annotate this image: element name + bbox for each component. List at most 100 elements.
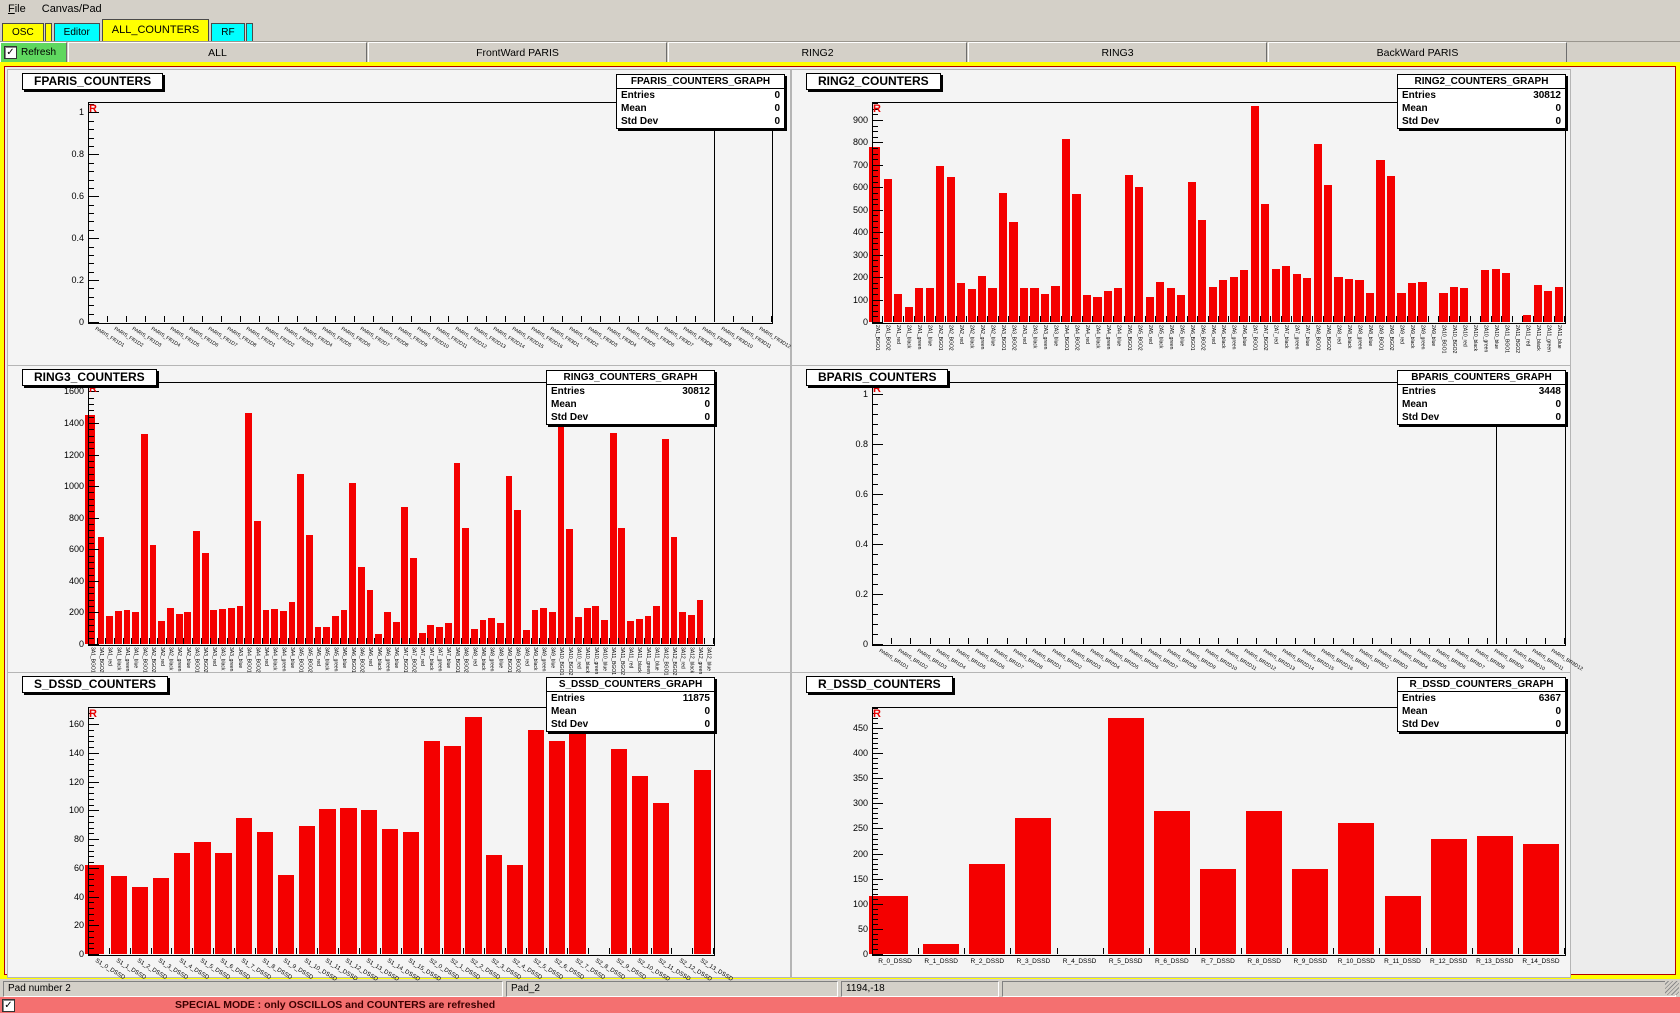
x-tick-label: 2A10_BGO1 bbox=[1440, 325, 1446, 359]
bar bbox=[1125, 175, 1133, 322]
x-tick-label: 2A4_BGO1 bbox=[1063, 325, 1069, 359]
subtab-all[interactable]: ALL bbox=[68, 42, 367, 63]
refresh-checkbox-icon[interactable]: ✓ bbox=[4, 46, 17, 59]
x-tick bbox=[1083, 638, 1084, 644]
x-tick-label: R_12_DSSD bbox=[1426, 958, 1472, 965]
x-tick bbox=[171, 948, 172, 954]
bar bbox=[1387, 176, 1395, 322]
root-canvas[interactable]: FPARIS_COUNTERS00.20.40.60.81PARIS_FR1D1… bbox=[0, 62, 1680, 979]
tab-editor[interactable]: Editor bbox=[54, 23, 100, 41]
x-tick-label: 2A2_green bbox=[979, 325, 985, 359]
x-tick bbox=[1526, 638, 1527, 644]
bar bbox=[194, 842, 210, 954]
y-minor-tick bbox=[88, 776, 94, 777]
subtab-frontward-paris[interactable]: FrontWard PARIS bbox=[368, 42, 667, 63]
pad-r-dssd-counters[interactable]: R_DSSD_COUNTERS0501001502002503003504004… bbox=[792, 673, 1570, 977]
y-minor-tick bbox=[872, 793, 878, 794]
bar bbox=[257, 832, 273, 954]
tab-all-counters[interactable]: ALL_COUNTERS bbox=[102, 19, 209, 41]
menu-item-canvas-pad[interactable]: Canvas/Pad bbox=[34, 2, 110, 16]
bar bbox=[1200, 869, 1236, 954]
pad-ring2-counters[interactable]: RING2_COUNTERS01002003004005006007008009… bbox=[792, 70, 1570, 366]
x-tick bbox=[1064, 638, 1065, 644]
x-tick-label: 2A7_black bbox=[1283, 325, 1289, 359]
x-tick bbox=[164, 316, 165, 322]
bar bbox=[1251, 106, 1259, 322]
x-tick bbox=[713, 638, 714, 644]
x-tick bbox=[600, 316, 601, 322]
refresh-toggle[interactable]: ✓ Refresh bbox=[0, 42, 67, 63]
bar bbox=[115, 611, 122, 644]
x-tick bbox=[652, 638, 653, 644]
x-tick bbox=[910, 638, 911, 644]
x-tick bbox=[949, 638, 950, 644]
subtab-ring3[interactable]: RING3 bbox=[968, 42, 1267, 63]
tab-rf[interactable]: RF bbox=[211, 23, 244, 41]
x-tick bbox=[676, 316, 677, 322]
bar bbox=[98, 537, 105, 644]
pad-s-dssd-counters[interactable]: S_DSSD_COUNTERS020406080100120140160S1_0… bbox=[8, 673, 790, 977]
stats-row: Std Dev0 bbox=[547, 411, 714, 424]
bar bbox=[532, 610, 539, 644]
x-tick-label: 2A8_BGO1 bbox=[1315, 325, 1321, 359]
x-tick bbox=[1007, 638, 1008, 644]
x-tick bbox=[565, 638, 566, 644]
stats-box[interactable]: S_DSSD_COUNTERS_GRAPHEntries11875Mean0St… bbox=[546, 677, 715, 732]
x-tick bbox=[1353, 638, 1354, 644]
y-minor-tick bbox=[88, 920, 94, 921]
x-tick bbox=[1333, 948, 1334, 954]
y-tick-label: 1 bbox=[838, 389, 868, 399]
x-tick-label: 2A2_BGO1 bbox=[937, 325, 943, 359]
menu-item-file[interactable]: File bbox=[0, 2, 34, 16]
stats-value: 11875 bbox=[683, 692, 710, 705]
x-tick-label: 2A9_BGO2 bbox=[1388, 325, 1394, 359]
bar bbox=[132, 887, 148, 954]
stats-box[interactable]: RING3_COUNTERS_GRAPHEntries30812Mean0Std… bbox=[546, 370, 715, 425]
x-tick bbox=[166, 638, 167, 644]
special-mode-checkbox-icon[interactable]: ✓ bbox=[2, 999, 15, 1012]
y-major-tick bbox=[872, 322, 883, 323]
stats-label: Mean bbox=[1402, 705, 1428, 718]
tab-osc[interactable]: OSC bbox=[2, 23, 44, 41]
resize-grip-icon[interactable] bbox=[1665, 981, 1679, 995]
x-tick bbox=[1480, 316, 1481, 322]
y-minor-tick bbox=[872, 414, 878, 415]
y-minor-tick bbox=[88, 480, 94, 481]
x-tick-label: 3A11_black bbox=[636, 647, 642, 681]
x-tick bbox=[1061, 316, 1062, 322]
y-major-tick bbox=[88, 839, 99, 840]
y-minor-tick bbox=[88, 764, 94, 765]
x-tick bbox=[470, 638, 471, 644]
x-tick bbox=[661, 638, 662, 644]
bar bbox=[549, 612, 556, 644]
stats-box[interactable]: BPARIS_COUNTERS_GRAPHEntries3448Mean0Std… bbox=[1397, 370, 1566, 425]
x-tick bbox=[531, 638, 532, 644]
x-tick bbox=[1291, 316, 1292, 322]
y-major-tick bbox=[88, 549, 99, 550]
stats-box[interactable]: RING2_COUNTERS_GRAPHEntries30812Mean0Std… bbox=[1397, 74, 1566, 129]
bar bbox=[1534, 285, 1542, 322]
stats-row: Mean0 bbox=[1398, 705, 1565, 718]
bar bbox=[124, 610, 131, 644]
stats-box[interactable]: R_DSSD_COUNTERS_GRAPHEntries6367Mean0Std… bbox=[1397, 677, 1566, 732]
bar bbox=[575, 617, 582, 644]
y-tick-label: 700 bbox=[838, 160, 868, 170]
x-tick-label: 3A3_black bbox=[220, 647, 226, 681]
x-tick bbox=[872, 316, 873, 322]
pad-fparis-counters[interactable]: FPARIS_COUNTERS00.20.40.60.81PARIS_FR1D1… bbox=[8, 70, 790, 366]
x-tick-label: R_6_DSSD bbox=[1149, 958, 1195, 965]
bar bbox=[419, 633, 426, 644]
subtab-backward-paris[interactable]: BackWard PARIS bbox=[1268, 42, 1567, 63]
stats-row: Entries0 bbox=[617, 89, 784, 102]
pad-bparis-counters[interactable]: BPARIS_COUNTERS00.20.40.60.81PARIS_BR1D1… bbox=[792, 366, 1570, 673]
stats-title: R_DSSD_COUNTERS_GRAPH bbox=[1398, 678, 1565, 692]
y-major-tick bbox=[872, 210, 883, 211]
pad-ring3-counters[interactable]: RING3_COUNTERS02004006008001000120014001… bbox=[8, 366, 790, 673]
x-tick bbox=[1375, 316, 1376, 322]
x-tick-label: 3A9_green bbox=[541, 647, 547, 681]
y-major-tick bbox=[872, 828, 883, 829]
stats-box[interactable]: FPARIS_COUNTERS_GRAPHEntries0Mean0Std De… bbox=[616, 74, 785, 129]
y-minor-tick bbox=[872, 454, 878, 455]
bar bbox=[361, 810, 377, 954]
subtab-ring2[interactable]: RING2 bbox=[668, 42, 967, 63]
